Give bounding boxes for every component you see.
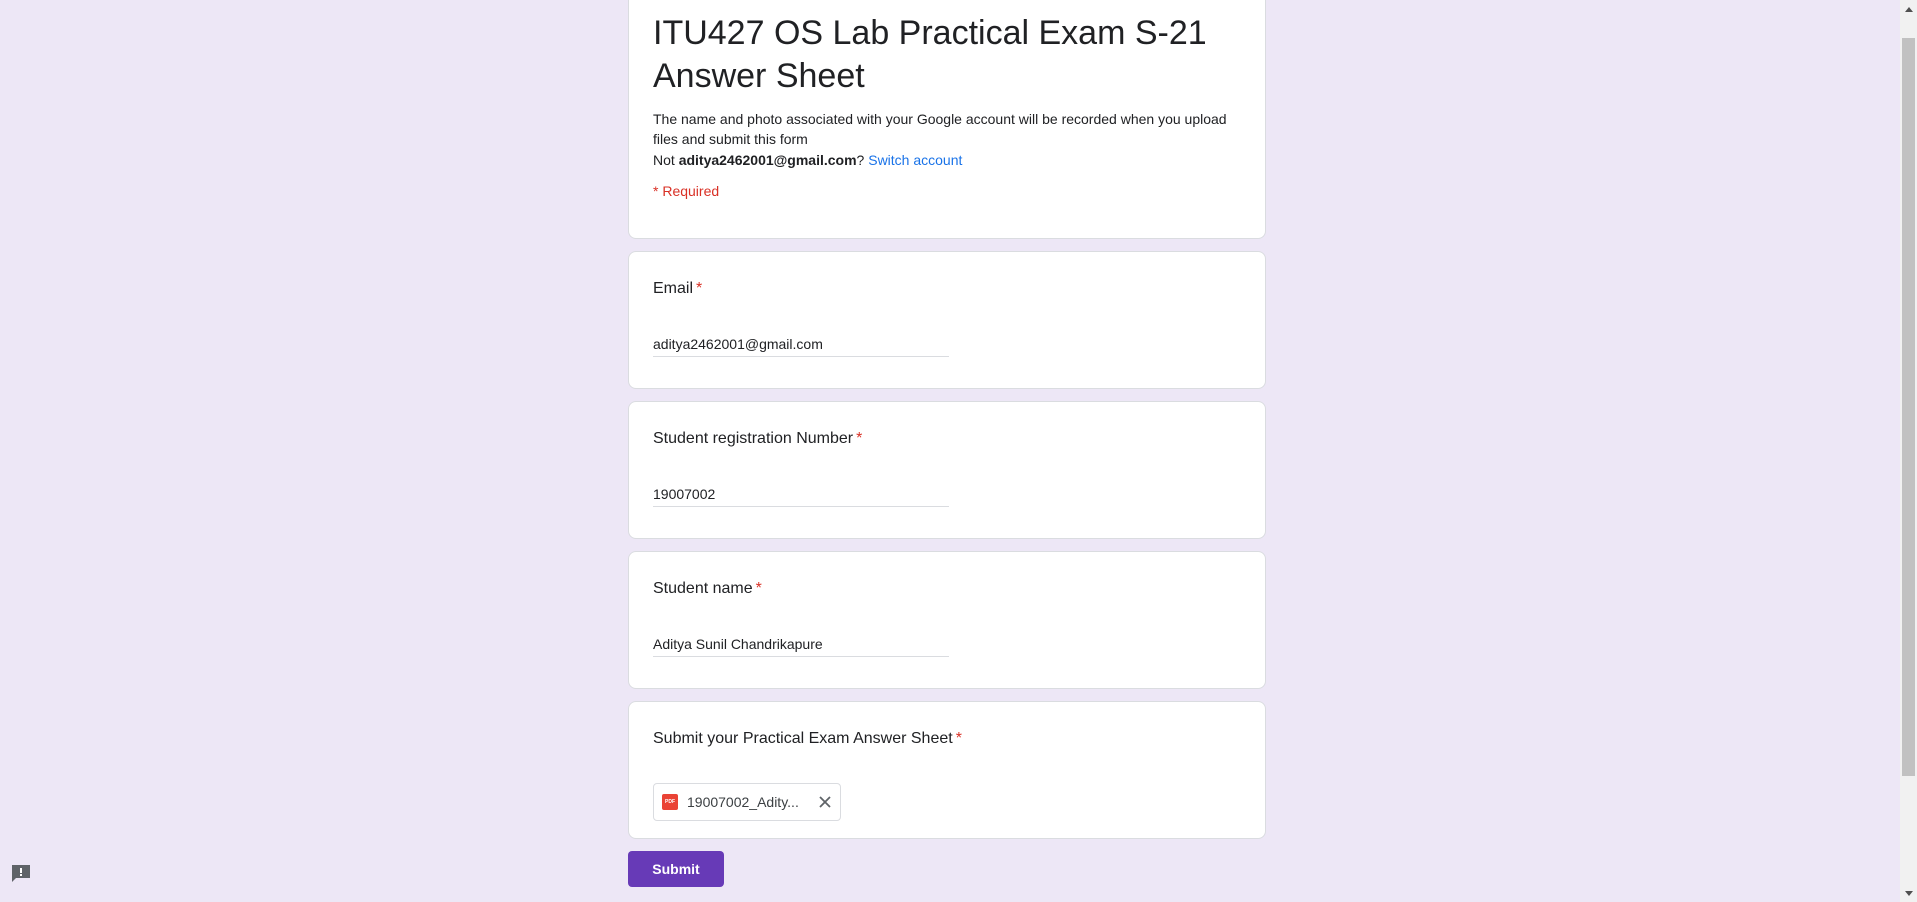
required-asterisk: * — [696, 280, 703, 297]
question-title: Submit your Practical Exam Answer Sheet — [653, 730, 953, 747]
question-card-student-name: Student name * — [628, 551, 1266, 689]
question-card-email: Email * — [628, 251, 1266, 389]
student-name-field[interactable] — [653, 632, 949, 657]
scrollbar-thumb[interactable] — [1902, 38, 1915, 776]
question-card-registration-number: Student registration Number * — [628, 401, 1266, 539]
question-card-file-upload: Submit your Practical Exam Answer Sheet *… — [628, 701, 1266, 839]
question-title: Email — [653, 280, 694, 297]
uploaded-file-chip[interactable]: PDF 19007002_Adity... — [653, 783, 841, 821]
pdf-file-icon: PDF — [662, 794, 678, 810]
close-icon[interactable] — [817, 794, 833, 810]
uploaded-file-name: 19007002_Adity... — [687, 794, 799, 810]
scroll-down-arrow-icon[interactable] — [1900, 885, 1917, 902]
registration-number-field[interactable] — [653, 482, 949, 507]
question-label-student-name: Student name * — [653, 580, 762, 598]
question-label-email: Email * — [653, 280, 702, 298]
required-asterisk: * — [955, 730, 962, 747]
question-label-file-upload: Submit your Practical Exam Answer Sheet * — [653, 730, 962, 748]
form-header-card: ITU427 OS Lab Practical Exam S-21 Answer… — [628, 0, 1266, 239]
question-label-registration-number: Student registration Number * — [653, 430, 862, 448]
account-line: Not aditya2462001@gmail.com? Switch acco… — [653, 150, 962, 170]
submit-button[interactable]: Submit — [628, 851, 724, 887]
account-suffix: ? — [856, 152, 869, 168]
required-asterisk: * — [856, 430, 863, 447]
account-email: aditya2462001@gmail.com — [678, 152, 857, 168]
question-title: Student name — [653, 580, 753, 597]
vertical-scrollbar[interactable] — [1900, 0, 1917, 902]
required-note: * Required — [653, 183, 720, 199]
form-title: ITU427 OS Lab Practical Exam S-21 Answer… — [653, 14, 1207, 95]
scroll-up-arrow-icon[interactable] — [1900, 0, 1917, 17]
account-prefix: Not — [653, 152, 679, 168]
switch-account-link[interactable]: Switch account — [868, 152, 962, 168]
feedback-icon[interactable] — [10, 864, 32, 884]
question-title: Student registration Number — [653, 430, 854, 447]
required-asterisk: * — [755, 580, 762, 597]
account-recording-notice: The name and photo associated with your … — [653, 111, 1227, 147]
email-field[interactable] — [653, 332, 949, 357]
